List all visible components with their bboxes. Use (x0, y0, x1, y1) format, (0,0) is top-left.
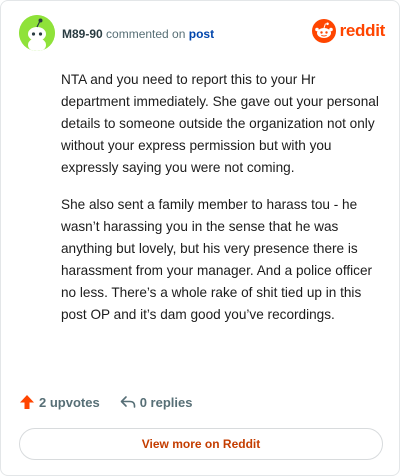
reply-arrow-icon (120, 396, 135, 408)
reddit-wordmark: reddit (339, 21, 386, 40)
comment-paragraph: She also sent a family member to harass … (61, 197, 373, 322)
post-link[interactable]: post (189, 27, 214, 41)
comment-paragraph: NTA and you need to report this to your … (61, 72, 379, 175)
comment-body: NTA and you need to report this to your … (61, 69, 383, 341)
upvote-arrow-icon (20, 395, 34, 409)
reddit-logo-icon (311, 19, 336, 43)
view-more-button[interactable]: View more on Reddit (19, 428, 383, 460)
comment-meta: M89-90 commented on post (62, 27, 214, 41)
username-link[interactable]: M89-90 (62, 27, 103, 41)
reply-count: 0 replies (139, 394, 193, 410)
upvote-button[interactable]: 2 upvotes (19, 394, 100, 410)
action-text: commented on (106, 27, 186, 41)
snoo-avatar-icon[interactable] (19, 15, 55, 51)
upvote-count: 2 upvotes (39, 394, 100, 410)
comment-card: M89-90 commented on post reddit NTA and … (0, 0, 400, 476)
reply-button[interactable]: 0 replies (120, 394, 193, 410)
comment-header: M89-90 commented on post reddit (19, 15, 385, 55)
comment-actions: 2 upvotes 0 replies (19, 394, 192, 410)
reddit-brand[interactable]: reddit (311, 19, 386, 43)
